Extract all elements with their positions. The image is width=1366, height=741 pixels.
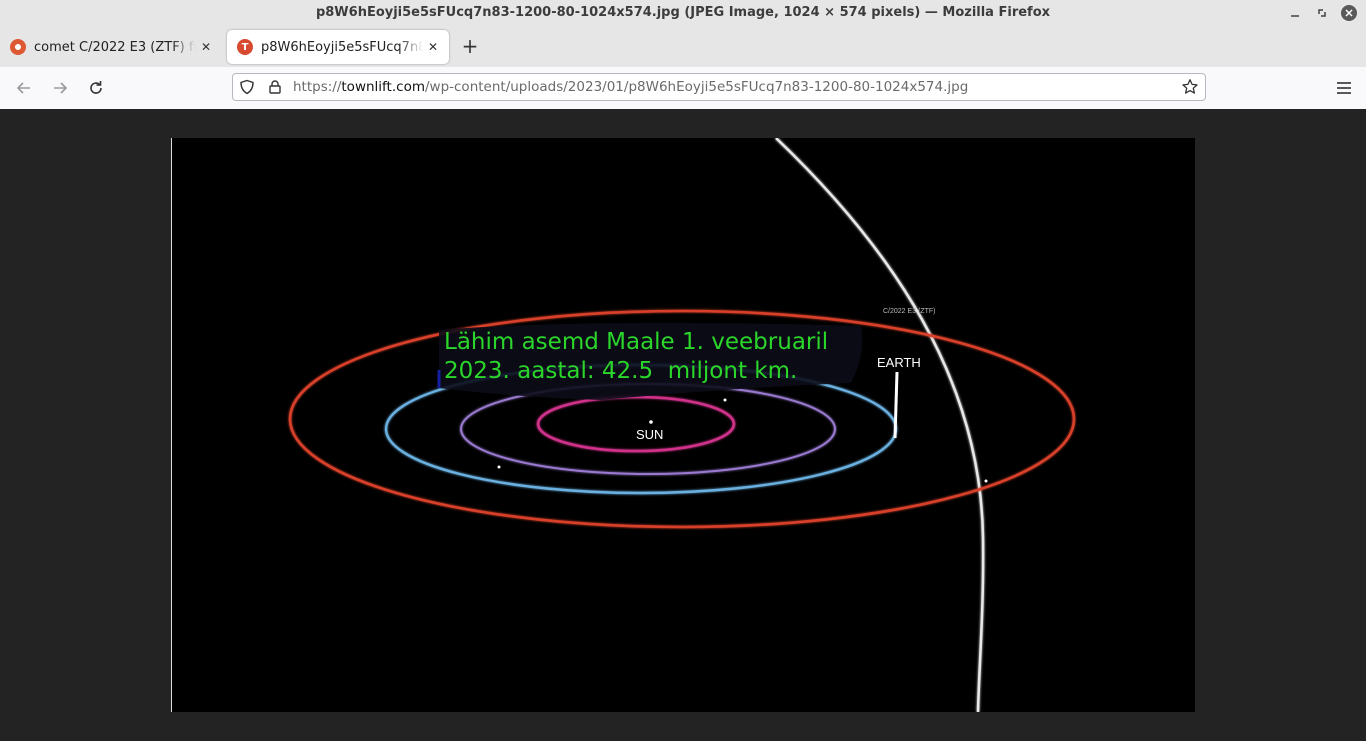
forward-button[interactable]: [48, 76, 72, 100]
displayed-image[interactable]: C/2022 E3 (ZTF) EARTH SUN Lähim asemd Ma…: [171, 138, 1195, 712]
tracking-protection-shield-icon[interactable]: [239, 79, 255, 95]
reload-button[interactable]: [84, 76, 108, 100]
lock-icon[interactable]: [267, 79, 283, 95]
planet-dot: [723, 398, 727, 402]
bookmark-star-icon[interactable]: [1181, 76, 1199, 101]
orbit-diagram: C/2022 E3 (ZTF) EARTH SUN Lähim asemd Ma…: [171, 138, 1076, 712]
tab-image[interactable]: T p8W6hEoyji5e5sFUcq7n83-1200-80-1024x57…: [227, 30, 449, 64]
tab-close-icon[interactable]: ✕: [423, 40, 443, 54]
image-viewer: C/2022 E3 (ZTF) EARTH SUN Lähim asemd Ma…: [0, 109, 1366, 741]
url-text[interactable]: https://townlift.com/wp-content/uploads/…: [293, 79, 968, 95]
tab-label: comet C/2022 E3 (ZTF) fnde: [34, 39, 196, 55]
url-host: townlift.com: [341, 79, 425, 95]
tab-comet-search[interactable]: comet C/2022 E3 (ZTF) fnde ✕: [0, 30, 222, 64]
planet-dot: [984, 479, 988, 483]
url-bar[interactable]: https://townlift.com/wp-content/uploads/…: [232, 73, 1206, 101]
forward-arrow-icon: [54, 82, 68, 94]
window-titlebar: p8W6hEoyji5e5sFUcq7n83-1200-80-1024x574.…: [0, 0, 1366, 27]
caption-line-2: 2023. aastal: 42.5 miljont km.: [444, 358, 797, 384]
sun-marker: [649, 420, 653, 424]
orbit-mercury: [536, 395, 736, 453]
reload-icon: [90, 81, 102, 94]
tab-close-icon[interactable]: ✕: [196, 40, 216, 54]
townlift-icon: T: [237, 39, 253, 55]
earth-pointer: [893, 371, 899, 439]
url-scheme: https://: [293, 79, 342, 95]
navigation-bar: https://townlift.com/wp-content/uploads/…: [0, 67, 1366, 110]
earth-label: EARTH: [877, 355, 921, 370]
comet-label: C/2022 E3 (ZTF): [883, 308, 936, 315]
duckduckgo-icon: [10, 39, 26, 55]
restore-icon[interactable]: [1313, 4, 1331, 22]
url-path: /wp-content/uploads/2023/01/p8W6hEoyji5e…: [424, 79, 969, 95]
minimize-icon[interactable]: [1286, 4, 1304, 22]
tab-label: p8W6hEoyji5e5sFUcq7n83-1200-80-1024x574.…: [261, 39, 423, 55]
close-icon[interactable]: [1341, 5, 1357, 21]
sun-label: SUN: [636, 427, 663, 442]
back-arrow-icon: [16, 82, 30, 94]
new-tab-button[interactable]: +: [458, 34, 482, 58]
back-button[interactable]: [12, 76, 36, 100]
caption-line-1: Lähim asemd Maale 1. veebruaril: [444, 329, 828, 355]
planet-dot: [497, 465, 501, 469]
comet-path: [775, 138, 985, 712]
tab-strip: comet C/2022 E3 (ZTF) fnde ✕ T p8W6hEoyj…: [0, 27, 1366, 67]
window-title: p8W6hEoyji5e5sFUcq7n83-1200-80-1024x574.…: [315, 5, 1051, 20]
hamburger-menu-icon[interactable]: [1334, 78, 1354, 98]
